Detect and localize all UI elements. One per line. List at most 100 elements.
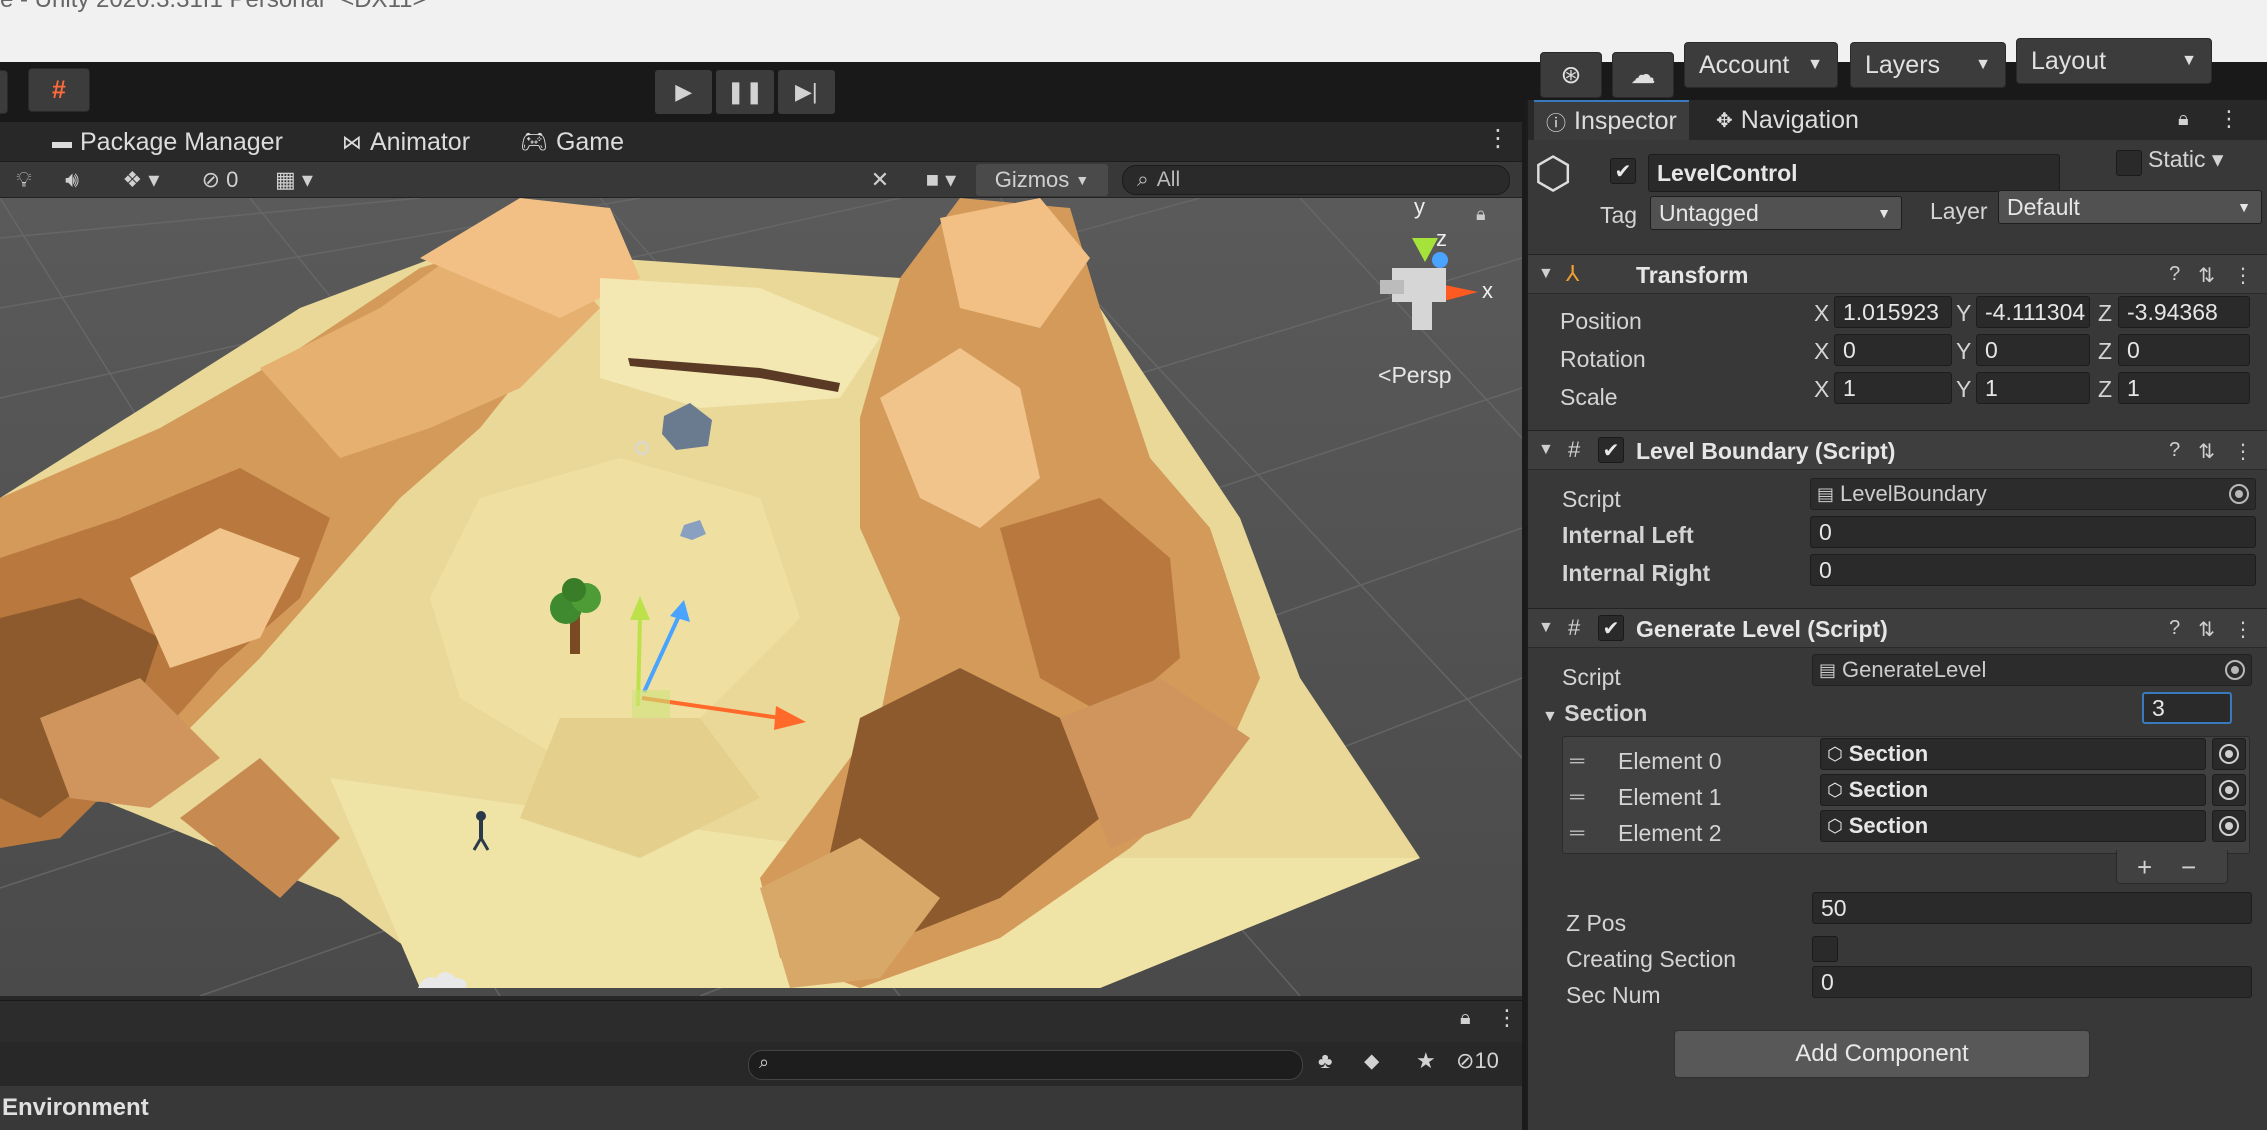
pause-button[interactable]: ❚❚ <box>716 70 774 114</box>
account-dropdown[interactable]: Account ▼ <box>1684 42 1838 88</box>
add-element-button[interactable]: + <box>2137 852 2152 883</box>
secnum-field[interactable]: 0 <box>1812 966 2252 998</box>
static-checkbox[interactable] <box>2116 150 2142 176</box>
active-checkbox[interactable]: ✔ <box>1610 158 1636 184</box>
help-icon[interactable]: ? <box>2169 263 2180 288</box>
preset-icon[interactable]: ⇅ <box>2198 439 2215 464</box>
more-menu-icon[interactable]: ⋮ <box>2218 106 2240 132</box>
grid-snap-button[interactable]: # <box>28 68 90 112</box>
tag-dropdown[interactable]: Untagged ▼ <box>1650 196 1902 230</box>
script-reference-field[interactable]: ▤ LevelBoundary <box>1810 478 2256 510</box>
cloud-button[interactable]: ☁ <box>1612 52 1674 98</box>
effects-dropdown[interactable]: ❖ ▾ <box>106 164 176 196</box>
scale-y-field[interactable]: 1 <box>1976 372 2090 404</box>
tab-navigation[interactable]: ✥ Navigation <box>1704 100 1871 140</box>
play-button[interactable]: ▶ <box>655 70 713 114</box>
tag-icon[interactable]: ⬥ <box>1364 1048 1379 1074</box>
tab-animator[interactable]: ⋈ Animator <box>342 122 470 162</box>
more-menu-icon[interactable]: ⋮ <box>2233 263 2253 288</box>
component-enabled-checkbox[interactable]: ✔ <box>1598 437 1624 463</box>
more-menu-icon[interactable]: ⋮ <box>2233 439 2253 464</box>
axis-y-label[interactable]: Y <box>1956 338 1971 365</box>
grid-dropdown[interactable]: ▦ ▾ <box>256 164 332 196</box>
axis-x-label[interactable]: X <box>1814 376 1829 403</box>
creating-section-checkbox[interactable] <box>1812 936 1838 962</box>
persp-label[interactable]: <Persp <box>1378 362 1452 389</box>
scene-search-input[interactable]: ⌕ All <box>1122 165 1510 195</box>
lock-icon[interactable]: 🔒︎ <box>1476 204 1486 225</box>
internal-left-field[interactable]: 0 <box>1810 516 2256 548</box>
help-icon[interactable]: ? <box>2169 439 2180 464</box>
step-button[interactable]: ▶| <box>777 70 835 114</box>
gizmos-dropdown[interactable]: Gizmos ▼ <box>976 164 1108 196</box>
object-picker-icon[interactable] <box>2229 484 2249 504</box>
tools-button[interactable]: ✕ <box>862 164 898 196</box>
axis-z-label[interactable]: Z <box>2098 376 2112 403</box>
position-z-field[interactable]: -3.94368 <box>2118 296 2250 328</box>
preset-icon[interactable]: ⇅ <box>2198 617 2215 642</box>
object-picker-icon[interactable] <box>2219 744 2239 764</box>
drag-handle-icon[interactable]: ═ <box>1570 750 1584 773</box>
layers-dropdown[interactable]: Layers ▼ <box>1850 42 2006 88</box>
more-menu-icon[interactable]: ⋮ <box>1496 1005 1518 1031</box>
lock-icon[interactable]: 🔒︎ <box>1460 1007 1471 1030</box>
element-0-field[interactable]: ⬡ Section <box>1820 738 2206 770</box>
axis-y-label[interactable]: Y <box>1956 376 1971 403</box>
hidden-objects-toggle[interactable]: ⊘ 0 <box>190 164 250 196</box>
internal-right-field[interactable]: 0 <box>1810 554 2256 586</box>
static-dropdown[interactable]: Static ▾ <box>2148 146 2223 173</box>
axis-x-label[interactable]: X <box>1814 300 1829 327</box>
layout-dropdown[interactable]: Layout ▼ <box>2016 38 2212 84</box>
collapsed-toolbar-button[interactable] <box>0 70 8 114</box>
hierarchy-search-input[interactable]: ⌕ <box>748 1050 1303 1080</box>
collab-button[interactable]: ⊛ <box>1540 52 1602 98</box>
axis-y-label[interactable]: Y <box>1956 300 1971 327</box>
level-boundary-header[interactable]: ▼ # ✔ Level Boundary (Script) ? ⇅ ⋮ <box>1528 430 2267 470</box>
object-picker-icon[interactable] <box>2219 816 2239 836</box>
element-2-field[interactable]: ⬡ Section <box>1820 810 2206 842</box>
scene-viewport[interactable]: y z x <Persp 🔒︎ <box>0 198 1522 996</box>
drag-handle-icon[interactable]: ═ <box>1570 822 1584 845</box>
help-icon[interactable]: ? <box>2169 617 2180 642</box>
axis-z-label[interactable]: Z <box>2098 300 2112 327</box>
rotation-x-field[interactable]: 0 <box>1834 334 1952 366</box>
layer-dropdown[interactable]: Default ▼ <box>1998 190 2262 224</box>
element-0-picker[interactable] <box>2212 738 2246 770</box>
section-foldout[interactable]: ▼ Section <box>1542 700 1647 727</box>
lock-icon[interactable]: 🔒︎ <box>2178 108 2189 131</box>
script-reference-field[interactable]: ▤ GenerateLevel <box>1812 654 2252 686</box>
component-enabled-checkbox[interactable]: ✔ <box>1598 615 1624 641</box>
drag-handle-icon[interactable]: ═ <box>1570 786 1584 809</box>
more-menu-icon[interactable]: ⋮ <box>1486 124 1510 153</box>
tab-inspector[interactable]: ⓘ Inspector <box>1534 100 1689 140</box>
rotation-y-field[interactable]: 0 <box>1976 334 2090 366</box>
rotation-z-field[interactable]: 0 <box>2118 334 2250 366</box>
position-y-field[interactable]: -4.111304 <box>1976 296 2090 328</box>
remove-element-button[interactable]: − <box>2181 852 2196 883</box>
star-icon[interactable]: ★ <box>1416 1048 1436 1074</box>
preset-icon[interactable]: ⇅ <box>2198 263 2215 288</box>
camera-dropdown[interactable]: ■ ▾ <box>914 164 968 196</box>
scale-z-field[interactable]: 1 <box>2118 372 2250 404</box>
element-1-picker[interactable] <box>2212 774 2246 806</box>
section-size-field[interactable]: 3 <box>2142 692 2232 724</box>
axis-x-label[interactable]: X <box>1814 338 1829 365</box>
filter-type-icon[interactable]: ♣ <box>1318 1048 1332 1074</box>
element-2-picker[interactable] <box>2212 810 2246 842</box>
hierarchy-root-item[interactable]: Environment <box>0 1086 1522 1130</box>
scale-x-field[interactable]: 1 <box>1834 372 1952 404</box>
transform-header[interactable]: ▼ ⅄ Transform ? ⇅ ⋮ <box>1528 254 2267 294</box>
object-picker-icon[interactable] <box>2225 660 2245 680</box>
tab-game[interactable]: 🎮︎ Game <box>520 122 624 162</box>
position-x-field[interactable]: 1.015923 <box>1834 296 1952 328</box>
lighting-toggle[interactable]: 💡︎ <box>6 164 42 196</box>
layer-visibility-toggle[interactable]: ⊘10 <box>1456 1048 1499 1074</box>
generate-level-header[interactable]: ▼ # ✔ Generate Level (Script) ? ⇅ ⋮ <box>1528 608 2267 648</box>
element-1-field[interactable]: ⬡ Section <box>1820 774 2206 806</box>
tab-package-manager[interactable]: ▬ Package Manager <box>52 122 283 162</box>
zpos-field[interactable]: 50 <box>1812 892 2252 924</box>
audio-toggle[interactable]: 🔊︎ <box>54 164 90 196</box>
add-component-button[interactable]: Add Component <box>1674 1030 2090 1078</box>
more-menu-icon[interactable]: ⋮ <box>2233 617 2253 642</box>
object-picker-icon[interactable] <box>2219 780 2239 800</box>
